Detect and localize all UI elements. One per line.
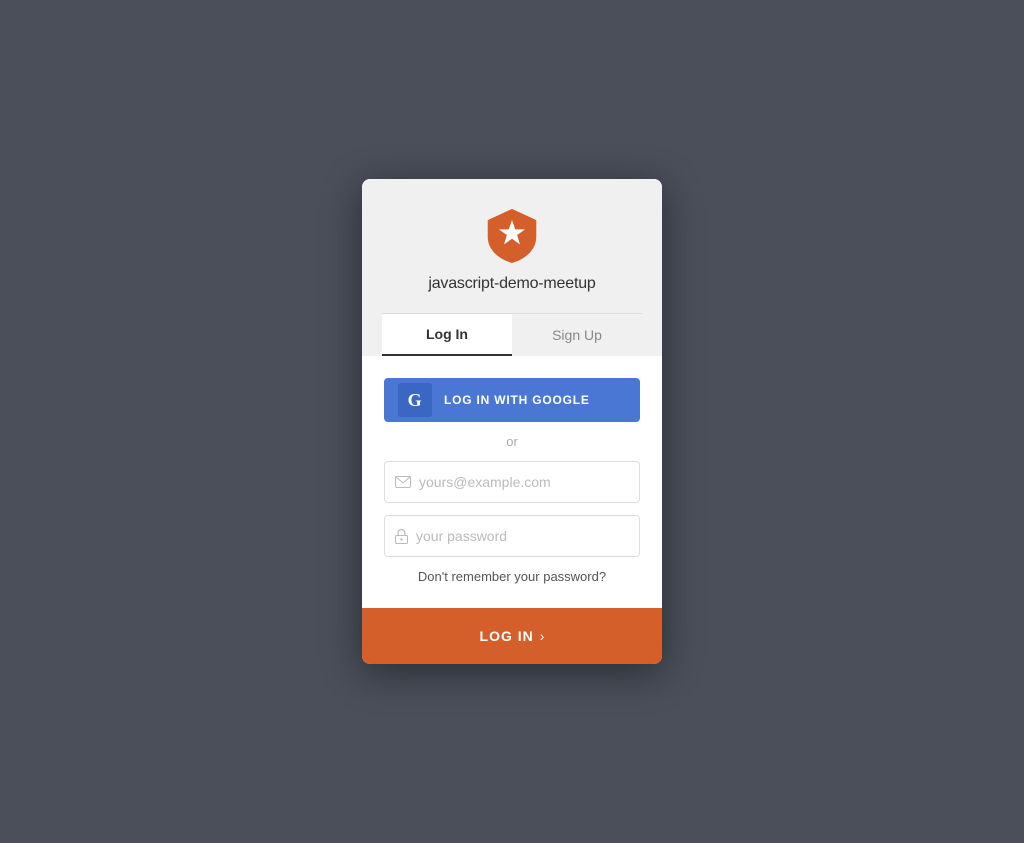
chevron-right-icon: › <box>540 628 545 644</box>
app-title: javascript-demo-meetup <box>428 275 595 293</box>
google-button-label: LOG IN WITH GOOGLE <box>444 393 590 407</box>
password-input[interactable] <box>416 528 629 544</box>
card-header: javascript-demo-meetup Log In Sign Up <box>362 179 662 356</box>
auth-tabs: Log In Sign Up <box>382 313 642 356</box>
tab-signup[interactable]: Sign Up <box>512 314 642 356</box>
google-login-button[interactable]: G LOG IN WITH GOOGLE <box>384 378 640 422</box>
password-input-wrapper <box>384 515 640 557</box>
logo-icon <box>484 207 540 263</box>
email-icon <box>395 476 411 488</box>
email-input[interactable] <box>419 474 629 490</box>
or-divider: or <box>384 434 640 449</box>
google-icon: G <box>398 383 432 417</box>
email-input-wrapper <box>384 461 640 503</box>
tab-login[interactable]: Log In <box>382 314 512 356</box>
forgot-password-link[interactable]: Don't remember your password? <box>384 569 640 584</box>
login-card: javascript-demo-meetup Log In Sign Up G … <box>362 179 662 664</box>
login-button-label: LOG IN <box>480 628 534 644</box>
lock-icon <box>395 528 408 544</box>
card-body: G LOG IN WITH GOOGLE or <box>362 356 662 608</box>
login-submit-button[interactable]: LOG IN › <box>362 608 662 664</box>
